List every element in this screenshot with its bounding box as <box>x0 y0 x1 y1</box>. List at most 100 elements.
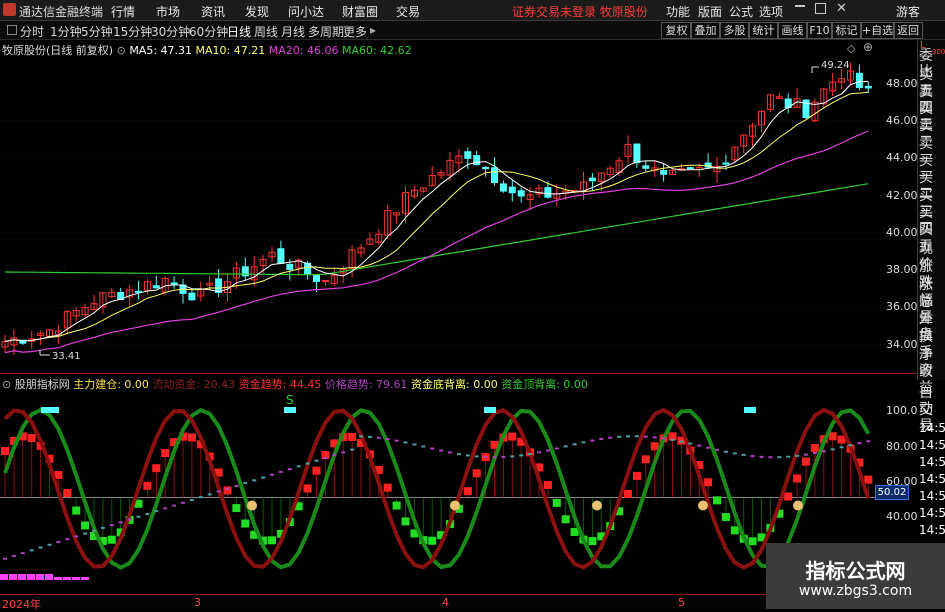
indicator-step-block <box>223 486 232 495</box>
indicator-step-block <box>864 475 873 484</box>
menu-item-gongneng[interactable]: 功能 <box>666 3 690 20</box>
price-tick-34: 34.00 <box>886 338 918 351</box>
guest-label[interactable]: 游客 <box>896 3 920 20</box>
purple-dot <box>154 510 159 513</box>
menu-item-banmian[interactable]: 版面 <box>698 3 722 20</box>
purple-dot <box>697 444 702 447</box>
purple-dot <box>92 529 96 532</box>
menu-item-gongshi[interactable]: 公式 <box>729 3 753 20</box>
indicator-step-block <box>303 484 312 493</box>
purple-dot <box>172 504 177 507</box>
high-annotation-text: 49.24 <box>821 60 850 71</box>
pink-volume-bar <box>45 574 53 580</box>
btn-duogu[interactable]: 多股 <box>719 22 750 39</box>
purple-dot <box>323 456 328 459</box>
low-annotation-text: 33.41 <box>52 351 81 362</box>
purple-dot <box>483 456 488 459</box>
purple-dot <box>430 447 435 450</box>
purple-dot <box>47 543 52 546</box>
menu-item-shichang[interactable]: 市场 <box>156 3 180 20</box>
pink-volume-bars <box>0 574 89 580</box>
candle-body <box>633 143 641 164</box>
more-dropdown-icon[interactable]: ▸ <box>370 23 376 37</box>
tab-15min[interactable]: 15分钟 <box>113 23 152 40</box>
purple-dot <box>305 462 310 465</box>
purple-dot <box>839 446 844 449</box>
purple-dot <box>519 454 524 457</box>
btn-f10[interactable]: F10 <box>806 22 833 39</box>
tab-1min[interactable]: 1分钟 <box>50 23 82 40</box>
purple-dot <box>439 449 444 452</box>
purple-dot <box>225 487 230 490</box>
purple-dot <box>332 454 337 457</box>
purple-dot <box>3 557 7 560</box>
menu-item-hangqing[interactable]: 行情 <box>111 3 135 20</box>
btn-tongji[interactable]: 统计 <box>748 22 779 39</box>
minimize-icon[interactable] <box>795 5 805 7</box>
indicator-chart[interactable]: S <box>0 390 885 594</box>
btn-biaoji[interactable]: 标记 <box>831 22 862 39</box>
menu-item-wenxiaoda[interactable]: 问小达 <box>288 3 324 20</box>
btn-add-watchlist[interactable]: +自选 <box>860 22 895 39</box>
purple-dot <box>270 473 274 476</box>
purple-dot <box>243 482 248 485</box>
purple-dot <box>38 546 43 549</box>
tab-multi-period[interactable]: 多周期 <box>308 23 344 40</box>
btn-back[interactable]: 返回 <box>893 22 923 39</box>
ind-tick-80: 80.00 <box>886 440 918 453</box>
toolbar-toggle-icon[interactable] <box>7 25 17 35</box>
login-warning[interactable]: 证券交易未登录 牧原股份 <box>512 3 648 20</box>
candle-body <box>855 72 863 88</box>
purple-dot <box>821 450 826 453</box>
maximize-icon[interactable] <box>815 3 826 14</box>
high-annotation: 49.24 <box>811 60 850 73</box>
menu-item-zixun[interactable]: 资讯 <box>201 3 225 20</box>
low-annotation: 33.41 <box>39 350 81 362</box>
tab-monthly[interactable]: 月线 <box>281 23 305 40</box>
tab-fenshi[interactable]: 分时 <box>20 23 44 40</box>
close-icon[interactable]: ✕ <box>836 1 847 16</box>
tab-60min[interactable]: 60分钟 <box>189 23 228 40</box>
tab-weekly[interactable]: 周线 <box>254 23 278 40</box>
menu-item-faxian[interactable]: 发现 <box>245 3 269 20</box>
pink-volume-bar <box>0 574 8 580</box>
purple-dot <box>385 438 390 441</box>
candle-body <box>321 280 329 283</box>
watermark-title: 指标公式网 <box>805 559 906 583</box>
chart-option-diamond-icon[interactable]: ◇ <box>847 42 855 55</box>
chart-zoom-icon[interactable]: ⊕ <box>863 40 873 54</box>
btn-huaxian[interactable]: 画线 <box>777 22 808 39</box>
candlestick-chart[interactable]: 49.24 33.41 <box>0 56 885 374</box>
pane-divider[interactable] <box>0 373 917 374</box>
candle-body <box>660 170 668 175</box>
price-tick-48: 48.00 <box>886 77 918 90</box>
indicator-step-block <box>713 496 721 505</box>
candle-body <box>482 166 490 170</box>
tab-5min[interactable]: 5分钟 <box>81 23 113 40</box>
purple-dot <box>421 445 426 448</box>
btn-fuquan[interactable]: 复权 <box>661 22 692 39</box>
tab-more[interactable]: 更多 <box>343 23 367 40</box>
purple-dot <box>741 453 746 456</box>
btn-diejia[interactable]: 叠加 <box>690 22 721 39</box>
purple-dot <box>617 435 622 438</box>
indicator-step-block <box>802 457 810 466</box>
purple-dot <box>626 435 630 438</box>
time-cell: 14:56 <box>919 523 945 537</box>
indicator-step-block <box>107 535 116 544</box>
menu-item-xuanxiang[interactable]: 选项 <box>759 3 783 20</box>
menu-item-jiaoyi[interactable]: 交易 <box>396 3 420 20</box>
menu-item-caifuquan[interactable]: 财富圈 <box>342 3 378 20</box>
purple-dot <box>537 451 541 454</box>
purple-dot <box>510 455 515 458</box>
indicator-step-block <box>27 434 36 443</box>
purple-dot <box>83 532 88 535</box>
tab-daily[interactable]: 日线 <box>227 23 251 40</box>
purple-dot <box>261 476 266 479</box>
purple-dot <box>857 442 862 445</box>
indicator-step-block <box>641 455 650 464</box>
tab-30min[interactable]: 30分钟 <box>151 23 190 40</box>
current-indicator-value: 50.02 <box>875 485 909 500</box>
indicator-step-block <box>63 489 72 498</box>
purple-dot <box>688 442 693 445</box>
